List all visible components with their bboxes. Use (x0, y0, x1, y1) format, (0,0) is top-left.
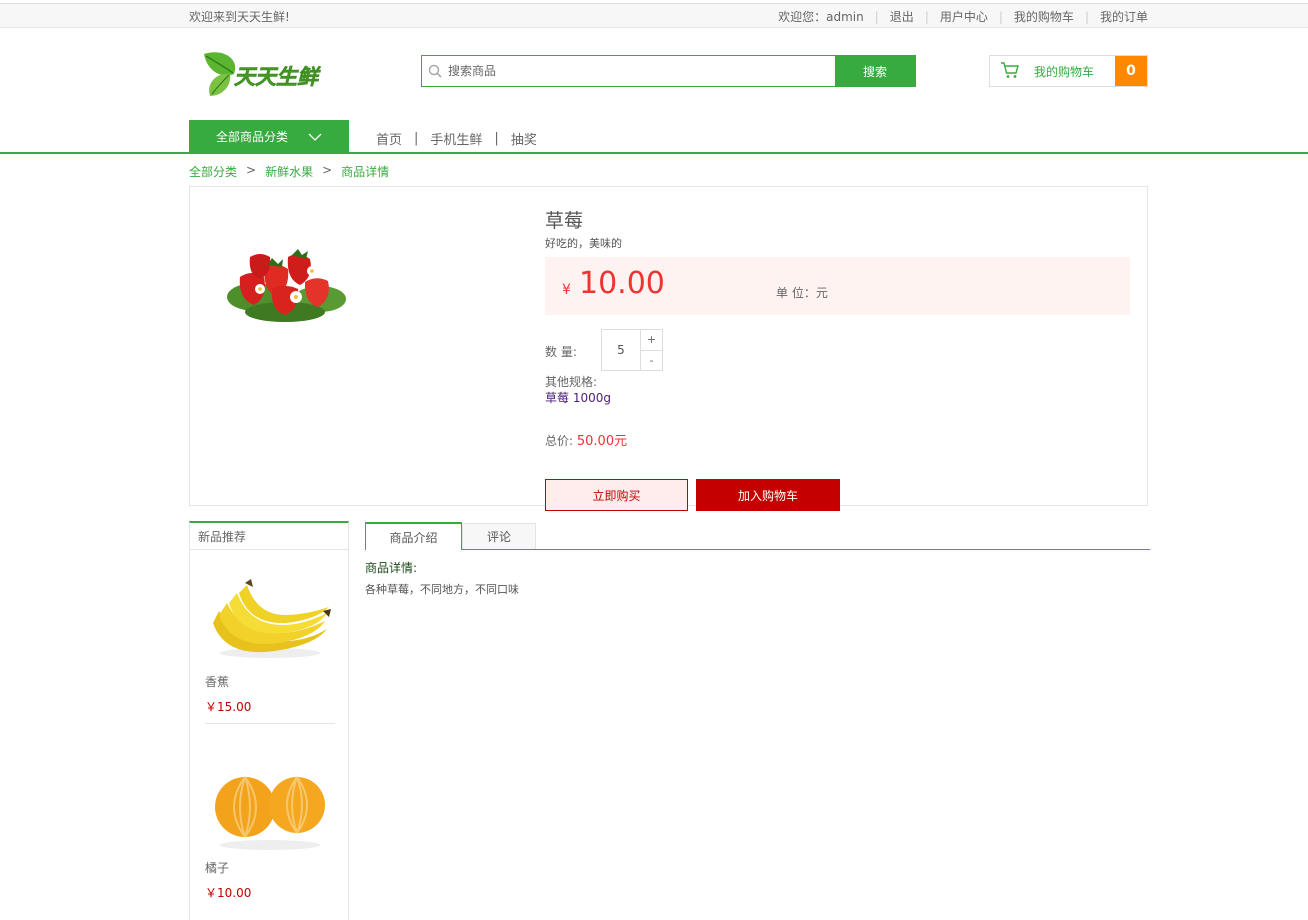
product-price: 10.00 (579, 266, 665, 301)
nav-underline (0, 152, 1308, 154)
my-cart-link[interactable]: 我的购物车 (1014, 8, 1074, 25)
cart-label: 我的购物车 (1034, 64, 1095, 79)
product-unit: 单 位：元 (776, 286, 828, 300)
quantity-input[interactable]: 5 (602, 330, 641, 370)
divider: | (414, 131, 419, 146)
sidebar-title: 新品推荐 (190, 523, 348, 550)
main-nav: 首页 | 手机生鲜 | 抽奖 (376, 129, 537, 148)
detail-heading: 商品详情: (365, 561, 418, 575)
leaf-logo-icon: 天天生鲜 (204, 52, 321, 96)
cart-count-badge: 0 (1115, 56, 1147, 86)
nav-lottery[interactable]: 抽奖 (511, 129, 537, 148)
product-name[interactable]: 橘子 (205, 859, 335, 876)
tab-comments[interactable]: 评论 (462, 523, 536, 549)
divider (205, 723, 335, 724)
product-name: 草莓 (545, 210, 584, 232)
product-name[interactable]: 香蕉 (205, 673, 335, 690)
divider: | (874, 9, 879, 24)
buy-now-button[interactable]: 立即购买 (545, 479, 688, 511)
divider: | (494, 131, 499, 146)
divider: | (998, 9, 1003, 24)
product-price: ￥10.00 (205, 886, 252, 900)
total-label: 总价: (545, 434, 574, 448)
product-panel: 草莓 好吃的，美味的 ¥ 10.00 单 位：元 数 量: 5 + - 其他规格… (189, 186, 1148, 511)
nav-mobile-fresh[interactable]: 手机生鲜 (430, 129, 482, 148)
cart-widget[interactable]: 我的购物车 0 (989, 55, 1148, 87)
product-price: ￥15.00 (205, 700, 252, 714)
price-box: ¥ 10.00 单 位：元 (545, 257, 1130, 315)
search-bar: 搜索 (421, 55, 916, 87)
product-description: 好吃的，美味的 (545, 237, 622, 250)
stepper-buttons: + - (641, 330, 662, 370)
logout-link[interactable]: 退出 (890, 8, 914, 25)
orange-image[interactable] (205, 749, 335, 859)
search-button[interactable]: 搜索 (835, 56, 915, 86)
quantity-decrease-button[interactable]: - (641, 351, 662, 371)
all-categories-button[interactable]: 全部商品分类 (189, 120, 349, 153)
quantity-label: 数 量: (545, 345, 577, 359)
user-center-link[interactable]: 用户中心 (940, 8, 988, 25)
cart-icon (1000, 61, 1020, 82)
quantity-increase-button[interactable]: + (641, 330, 662, 351)
site-logo[interactable]: 天天生鲜 (200, 48, 324, 100)
breadcrumb-product-detail[interactable]: 商品详情 (341, 163, 389, 180)
breadcrumb-separator: > (246, 163, 257, 177)
add-to-cart-button[interactable]: 加入购物车 (696, 479, 840, 511)
my-orders-link[interactable]: 我的订单 (1100, 8, 1148, 25)
total-amount: 50.00元 (576, 434, 628, 449)
list-item[interactable]: 香蕉 ￥15.00 (205, 563, 335, 724)
logo-text: 天天生鲜 (234, 65, 321, 89)
quantity-stepper: 5 + - (601, 329, 663, 371)
divider: | (924, 9, 929, 24)
breadcrumb-fresh-fruit[interactable]: 新鲜水果 (265, 163, 313, 180)
greeting-text: 欢迎您： (778, 10, 827, 24)
other-spec-link[interactable]: 草莓 1000g (545, 389, 611, 406)
divider: | (1084, 9, 1089, 24)
breadcrumb-separator: > (322, 163, 333, 177)
username: admin (826, 9, 864, 24)
total-price: 总价: 50.00元 (545, 430, 627, 449)
list-item[interactable]: 橘子 ￥10.00 (205, 749, 335, 901)
tab-product-intro[interactable]: 商品介绍 (365, 522, 462, 550)
new-products-sidebar: 新品推荐 香蕉 ￥15.00 橘子 ￥10.00 (189, 521, 349, 920)
product-image (210, 227, 360, 327)
chevron-down-icon (308, 130, 322, 144)
tab-underline (365, 549, 1150, 550)
detail-text: 各种草莓，不同地方，不同口味 (365, 583, 519, 596)
top-bar: 欢迎来到天天生鲜! 欢迎您： admin | 退出 | 用户中心 | 我的购物车… (0, 3, 1308, 28)
breadcrumb-all-categories[interactable]: 全部分类 (189, 163, 237, 180)
other-spec-label: 其他规格: (545, 375, 598, 389)
currency-symbol: ¥ (562, 282, 571, 298)
search-input[interactable] (448, 56, 835, 86)
top-links: 欢迎您： admin | 退出 | 用户中心 | 我的购物车 | 我的订单 (778, 8, 1148, 25)
search-icon (422, 56, 448, 86)
cart-link[interactable]: 我的购物车 (990, 56, 1115, 86)
all-categories-label: 全部商品分类 (215, 130, 288, 144)
banana-image[interactable] (205, 563, 335, 673)
welcome-text: 欢迎来到天天生鲜! (189, 10, 290, 24)
breadcrumb: 全部分类 > 新鲜水果 > 商品详情 (189, 163, 389, 180)
nav-home[interactable]: 首页 (376, 129, 402, 148)
